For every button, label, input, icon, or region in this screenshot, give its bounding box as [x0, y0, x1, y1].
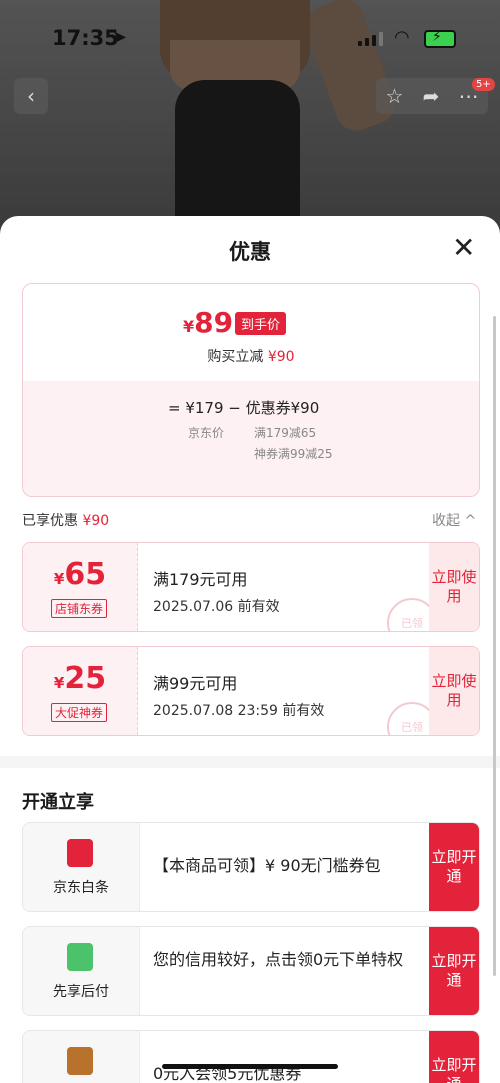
open-service-button[interactable]: 立即开通: [429, 823, 479, 911]
coupon-card: ¥65 店铺东券 满179元可用 2025.07.06 前有效 已领 立即使用: [22, 542, 480, 632]
coupon-expiry: 2025.07.08 23:59 前有效: [153, 703, 325, 719]
discount-sheet: 优惠 ✕ ¥89 到手价 购买立减 ¥90 = ¥179 − 优惠券¥90 京东…: [0, 216, 500, 1083]
coupon-amount: ¥25: [53, 661, 107, 696]
vip-v-icon: [67, 1047, 93, 1075]
service-desc: 您的信用较好，点击领0元下单特权: [153, 950, 404, 969]
final-price: ¥89: [183, 306, 234, 339]
section-title: 开通立享: [22, 792, 94, 813]
service-card-baitiao: 京东白条 【本商品可领】¥ 90无门槛券包 立即开通: [22, 822, 480, 912]
battery-icon: ⚡: [424, 29, 456, 48]
close-button[interactable]: ✕: [452, 234, 475, 262]
collapse-button[interactable]: 收起 ^: [432, 510, 476, 530]
scrollbar[interactable]: [493, 316, 496, 976]
jd-price-label: 京东价: [188, 426, 225, 440]
coupon-condition: 满99元可用: [153, 674, 238, 693]
coupon-detail-1: 满179减65: [254, 426, 317, 440]
coupon-amount: ¥65: [53, 557, 107, 592]
price-card: ¥89 到手价 购买立减 ¥90 = ¥179 − 优惠券¥90 京东价 满17…: [22, 283, 480, 497]
service-desc: 【本商品可领】¥ 90无门槛券包: [153, 856, 381, 875]
open-service-button[interactable]: 立即开通: [429, 927, 479, 1015]
price-calc: = ¥179 − 优惠券¥90: [168, 399, 320, 417]
service-card-membership: 0元入会领5元优惠券 立即开通: [22, 1030, 480, 1083]
share-icon[interactable]: ➦: [423, 84, 440, 108]
chevron-left-icon: ‹: [27, 84, 35, 108]
sheet-title: 优惠: [229, 240, 271, 264]
signal-icon: [358, 32, 383, 46]
message-badge: 5+: [472, 78, 495, 91]
use-coupon-button[interactable]: 立即使用: [429, 647, 479, 735]
home-indicator[interactable]: [162, 1064, 338, 1069]
coupon-card: ¥25 大促神券 满99元可用 2025.07.08 23:59 前有效 已领 …: [22, 646, 480, 736]
use-coupon-button[interactable]: 立即使用: [429, 543, 479, 631]
star-icon[interactable]: ☆: [386, 84, 404, 108]
reduce-line: 购买立减 ¥90: [207, 349, 295, 365]
coupon-type: 店铺东券: [51, 599, 108, 618]
section-divider: [0, 756, 500, 768]
close-icon: ✕: [452, 231, 476, 264]
coupon-detail-2: 神券满99减25: [254, 447, 333, 461]
coupon-expiry: 2025.07.06 前有效: [153, 599, 280, 615]
service-name: 先享后付: [53, 984, 109, 1000]
service-card-pay-later: 先享后付 您的信用较好，点击领0元下单特权 立即开通: [22, 926, 480, 1016]
back-button[interactable]: ‹: [14, 78, 48, 114]
final-price-tag: 到手价: [235, 312, 287, 335]
open-service-button[interactable]: 立即开通: [429, 1031, 479, 1083]
shopping-bag-icon: [67, 943, 93, 971]
status-time: 17:35: [52, 26, 119, 50]
service-name: 京东白条: [53, 880, 109, 896]
coupon-type: 大促神券: [51, 703, 108, 722]
location-arrow-icon: ➤: [112, 27, 128, 48]
enjoyed-discount: 已享优惠 ¥90: [22, 513, 110, 529]
status-bar: 17:35 ➤ ◠ ⚡: [0, 0, 500, 70]
coupon-condition: 满179元可用: [153, 570, 248, 589]
baitiao-icon: [67, 839, 93, 867]
wifi-icon: ◠: [394, 27, 410, 48]
